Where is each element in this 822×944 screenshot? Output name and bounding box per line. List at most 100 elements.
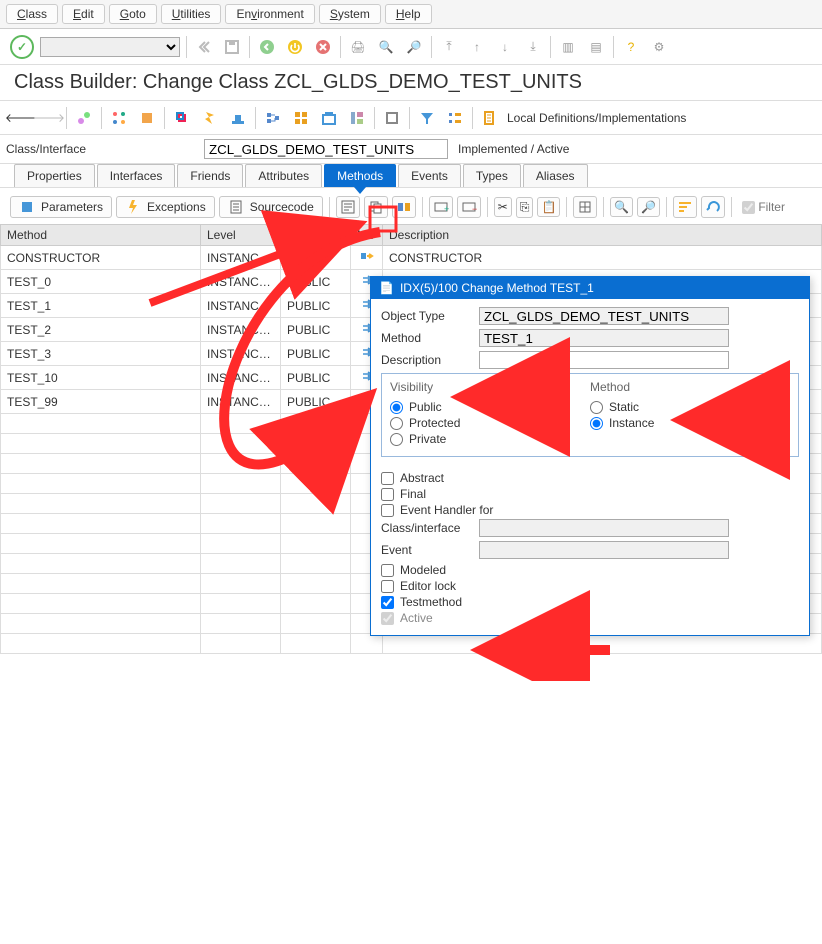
undo-button[interactable]	[701, 196, 725, 218]
table-row[interactable]: CONSTRUCTORINSTANC…PUBLICCONSTRUCTOR	[1, 246, 822, 270]
customize-icon[interactable]: ⚙	[648, 36, 670, 58]
chk-testmethod[interactable]: Testmethod	[381, 595, 799, 609]
svg-text:−: −	[472, 204, 477, 214]
tab-properties[interactable]: Properties	[14, 164, 95, 187]
tab-friends[interactable]: Friends	[177, 164, 243, 187]
col-level[interactable]: Level	[201, 225, 281, 246]
check-icon[interactable]	[171, 107, 193, 129]
display-object-icon[interactable]	[73, 107, 95, 129]
enhance-icon[interactable]	[136, 107, 158, 129]
redefine-button[interactable]	[392, 196, 416, 218]
tab-events[interactable]: Events	[398, 164, 461, 187]
local-defs-link[interactable]: Local Definitions/Implementations	[507, 111, 686, 125]
exceptions-icon	[125, 199, 141, 215]
delete-row-button[interactable]: −	[457, 196, 481, 218]
class-if-field2	[479, 519, 729, 537]
filter-icon[interactable]	[416, 107, 438, 129]
activate-icon[interactable]	[199, 107, 221, 129]
class-browser-icon[interactable]	[318, 107, 340, 129]
visibility-private[interactable]: Private	[390, 432, 590, 446]
description-field[interactable]	[479, 351, 729, 369]
insert-row-button[interactable]: +	[429, 196, 453, 218]
tab-interfaces[interactable]: Interfaces	[97, 164, 176, 187]
sourcecode-button[interactable]: Sourcecode	[219, 196, 323, 218]
nav-exit-icon[interactable]	[284, 36, 306, 58]
test-icon[interactable]	[227, 107, 249, 129]
menu-environment[interactable]: Environment	[225, 4, 314, 24]
visibility-protected[interactable]: Protected	[390, 416, 590, 430]
tab-attributes[interactable]: Attributes	[245, 164, 322, 187]
document-icon[interactable]	[479, 107, 501, 129]
visibility-group-label: Visibility	[390, 380, 590, 394]
paste-button[interactable]: 📋	[537, 197, 560, 217]
chk-editor-lock[interactable]: Editor lock	[381, 579, 799, 593]
filter-toggle[interactable]: Filter	[742, 200, 785, 214]
chk-modeled[interactable]: Modeled	[381, 563, 799, 577]
first-page-icon[interactable]: ⤒	[438, 36, 460, 58]
new-session-icon[interactable]: ▥	[557, 36, 579, 58]
chk-final[interactable]: Final	[381, 487, 799, 501]
visibility-public[interactable]: Public	[390, 400, 590, 414]
find-next-icon[interactable]: 🔎	[403, 36, 425, 58]
cut-button[interactable]: ✂	[494, 197, 512, 217]
chk-event-handler[interactable]: Event Handler for	[381, 503, 799, 517]
event-field	[479, 541, 729, 559]
col-description[interactable]: Description	[383, 225, 822, 246]
dialog-title-bar[interactable]: 📄 IDX(5)/100 Change Method TEST_1	[371, 277, 809, 299]
find-icon[interactable]: 🔍	[375, 36, 397, 58]
obj-type-field	[479, 307, 729, 325]
col-method[interactable]: Method	[1, 225, 201, 246]
nav-next-icon[interactable]: 🡒	[38, 107, 60, 129]
select-all-button[interactable]	[573, 196, 597, 218]
copy2-button[interactable]: ⎘	[516, 197, 534, 218]
class-interface-input[interactable]	[204, 139, 448, 159]
chk-abstract[interactable]: Abstract	[381, 471, 799, 485]
method-static[interactable]: Static	[590, 400, 790, 414]
back-icon[interactable]	[193, 36, 215, 58]
nav-back-icon[interactable]	[256, 36, 278, 58]
nav-prev-icon[interactable]: 🡐	[10, 107, 32, 129]
menu-system[interactable]: System	[319, 4, 381, 24]
table-row[interactable]	[1, 634, 822, 654]
description-label: Description	[381, 353, 471, 367]
tab-aliases[interactable]: Aliases	[523, 164, 588, 187]
object-list-icon[interactable]	[290, 107, 312, 129]
prev-page-icon[interactable]: ↑	[466, 36, 488, 58]
print-icon[interactable]: 🖨	[347, 36, 369, 58]
tab-methods[interactable]: Methods	[324, 164, 396, 187]
save-icon[interactable]	[221, 36, 243, 58]
ok-button[interactable]: ✓	[10, 35, 34, 59]
object-nav-icon[interactable]	[346, 107, 368, 129]
col-visibility[interactable]: Visibility	[281, 225, 351, 246]
menu-edit[interactable]: Edit	[62, 4, 105, 24]
find-next2-button[interactable]: 🔎	[637, 197, 660, 217]
sort-button[interactable]	[673, 196, 697, 218]
where-used-icon[interactable]	[262, 107, 284, 129]
find2-button[interactable]: 🔍	[610, 197, 633, 217]
detail-view-button[interactable]	[336, 196, 360, 218]
method-group-label: Method	[590, 380, 790, 394]
command-field[interactable]	[40, 37, 180, 57]
class-interface-state: Implemented / Active	[458, 142, 569, 156]
parameters-icon	[19, 199, 35, 215]
exceptions-button[interactable]: Exceptions	[116, 196, 215, 218]
hierarchy-icon[interactable]	[381, 107, 403, 129]
tab-types[interactable]: Types	[463, 164, 521, 187]
next-page-icon[interactable]: ↓	[494, 36, 516, 58]
shortcut-icon[interactable]: ▤	[585, 36, 607, 58]
other-object-icon[interactable]	[108, 107, 130, 129]
last-page-icon[interactable]: ⤓	[522, 36, 544, 58]
menu-help[interactable]: Help	[385, 4, 432, 24]
expand-tree-icon[interactable]	[444, 107, 466, 129]
menu-class[interactable]: Class	[6, 4, 58, 24]
help-icon[interactable]: ?	[620, 36, 642, 58]
nav-cancel-icon[interactable]	[312, 36, 334, 58]
method-instance[interactable]: Instance	[590, 416, 790, 430]
parameters-button[interactable]: Parameters	[10, 196, 112, 218]
menu-utilities[interactable]: Utilities	[161, 4, 222, 24]
copy-button[interactable]	[364, 196, 388, 218]
col-m[interactable]: M..	[351, 225, 383, 246]
obj-type-label: Object Type	[381, 309, 471, 323]
menu-goto[interactable]: Goto	[109, 4, 157, 24]
menubar: Class Edit Goto Utilities Environment Sy…	[0, 0, 822, 29]
